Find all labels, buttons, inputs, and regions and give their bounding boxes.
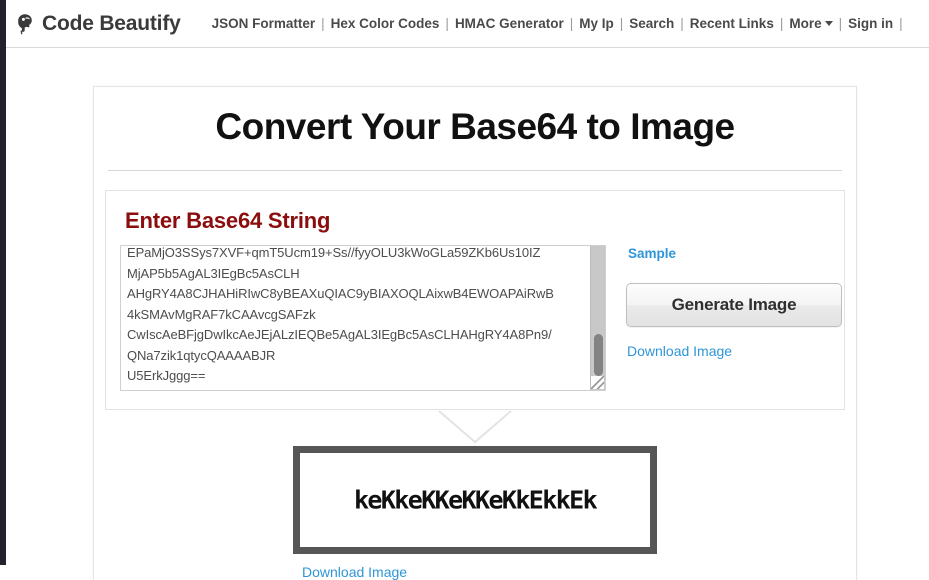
- nav-item-more-label: More: [789, 15, 822, 31]
- browser-left-edge: [0, 0, 6, 565]
- input-panel-heading: Enter Base64 String: [125, 208, 331, 233]
- input-panel-body: EPaMjO3SSys7XVF+qmT5Ucm19+Ss//fyyOLU3kWo…: [120, 245, 842, 391]
- site-header: Code Beautify JSON Formatter | Hex Color…: [0, 0, 929, 48]
- title-divider: [108, 170, 842, 171]
- nav-item-json-formatter[interactable]: JSON Formatter: [207, 14, 321, 34]
- panel-notch-area: [105, 410, 845, 446]
- generated-image-text: keKkeKKeKKeKkEkkEk: [353, 485, 598, 515]
- nav-item-sign-in[interactable]: Sign in: [843, 14, 898, 34]
- base64-input-panel: Enter Base64 String EPaMjO3SSys7XVF+qmT5…: [105, 190, 845, 410]
- base64-textarea-value: EPaMjO3SSys7XVF+qmT5Ucm19+Ss//fyyOLU3kWo…: [127, 245, 554, 383]
- nav-item-hmac-generator[interactable]: HMAC Generator: [450, 14, 569, 34]
- nav-item-search[interactable]: Search: [624, 14, 679, 34]
- output-section: keKkeKKeKKeKkEkkEk Download Image: [105, 446, 845, 580]
- nav-item-recent-links[interactable]: Recent Links: [685, 14, 779, 34]
- page-title: Convert Your Base64 to Image: [215, 106, 735, 147]
- nav-item-my-ip[interactable]: My Ip: [574, 14, 619, 34]
- chevron-down-icon: [824, 20, 833, 26]
- sample-link[interactable]: Sample: [628, 246, 676, 261]
- base64-textarea[interactable]: EPaMjO3SSys7XVF+qmT5Ucm19+Ss//fyyOLU3kWo…: [120, 245, 606, 391]
- nav-item-more[interactable]: More: [784, 14, 837, 34]
- generate-image-button[interactable]: Generate Image: [626, 283, 842, 327]
- nav-item-hex-color-codes[interactable]: Hex Color Codes: [326, 14, 445, 34]
- brain-head-icon: [14, 11, 40, 37]
- textarea-scrollbar[interactable]: [590, 246, 605, 390]
- generated-image: keKkeKKeKKeKkEkkEk: [293, 446, 657, 554]
- textarea-column: EPaMjO3SSys7XVF+qmT5Ucm19+Ss//fyyOLU3kWo…: [120, 245, 606, 391]
- brand-logo[interactable]: Code Beautify: [14, 11, 181, 37]
- brand-name: Code Beautify: [42, 11, 181, 35]
- main-content-card: Convert Your Base64 to Image Enter Base6…: [93, 86, 857, 580]
- down-chevron-notch-icon: [438, 410, 512, 444]
- download-image-link-bottom[interactable]: Download Image: [302, 564, 845, 580]
- textarea-resize-handle[interactable]: [591, 376, 604, 389]
- nav-separator: |: [899, 16, 903, 31]
- textarea-scrollbar-thumb[interactable]: [594, 334, 603, 376]
- download-image-link-top[interactable]: Download Image: [627, 343, 732, 359]
- actions-column: Sample Generate Image Download Image: [626, 245, 842, 361]
- main-navigation: JSON Formatter | Hex Color Codes | HMAC …: [207, 14, 904, 34]
- page-root: Code Beautify JSON Formatter | Hex Color…: [0, 0, 929, 580]
